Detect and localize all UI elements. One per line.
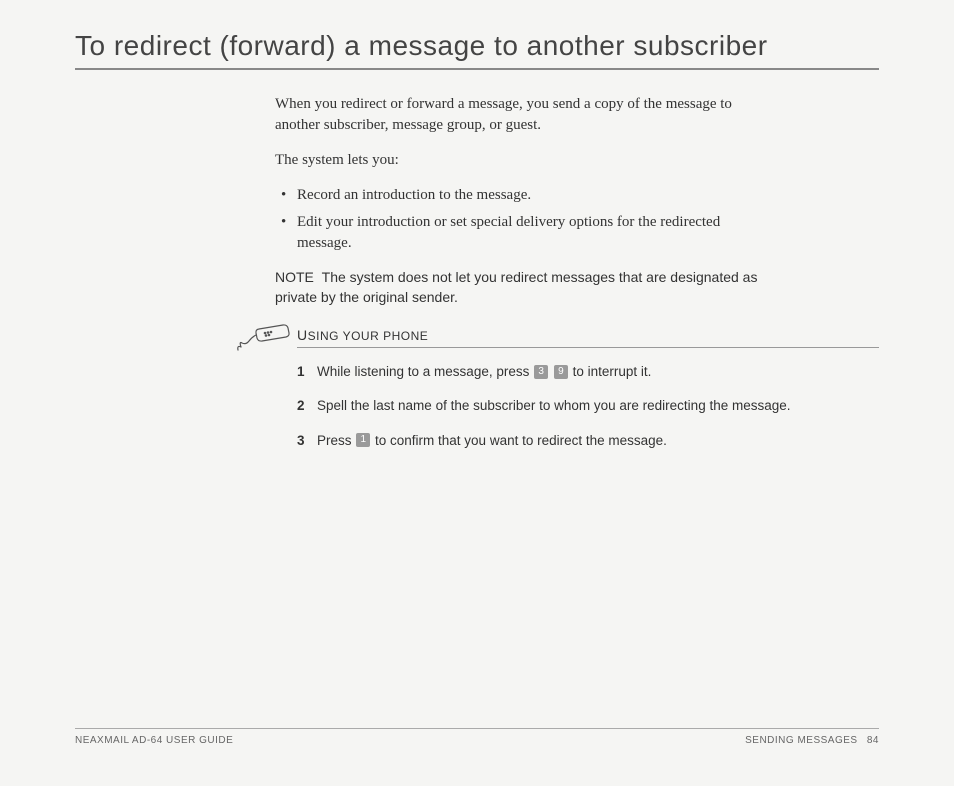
steps-list: While listening to a message, press 3 9 … <box>297 362 879 451</box>
keypad-key-icon: 3 <box>534 365 548 379</box>
heading-initial-cap: U <box>297 327 308 343</box>
using-phone-section: USING YOUR PHONE While listening to a me… <box>235 327 879 465</box>
note-text: The system does not let you redirect mes… <box>275 269 757 305</box>
step-text: to interrupt it. <box>569 364 652 379</box>
section-body: USING YOUR PHONE While listening to a me… <box>297 327 879 465</box>
footer-row: NEAXMAIL AD-64 USER GUIDE SENDING MESSAG… <box>75 735 879 746</box>
note-paragraph: NOTE The system does not let you redirec… <box>275 268 775 307</box>
section-heading: USING YOUR PHONE <box>297 327 879 348</box>
list-item: Record an introduction to the message. <box>275 185 775 206</box>
step-text: to confirm that you want to redirect the… <box>371 433 667 448</box>
footer-section-label: SENDING MESSAGES <box>745 735 857 746</box>
footer-right: SENDING MESSAGES 84 <box>739 735 879 746</box>
title-rule <box>75 68 879 70</box>
step-item: While listening to a message, press 3 9 … <box>297 362 879 382</box>
lead-paragraph: The system lets you: <box>275 150 775 171</box>
list-item: Edit your introduction or set special de… <box>275 212 775 254</box>
capability-list: Record an introduction to the message. E… <box>275 185 775 254</box>
footer-left: NEAXMAIL AD-64 USER GUIDE <box>75 735 233 746</box>
footer-rule <box>75 728 879 729</box>
heading-rest: SING YOUR PHONE <box>308 329 429 343</box>
page-number: 84 <box>867 735 879 746</box>
keypad-key-icon: 9 <box>554 365 568 379</box>
step-text: While listening to a message, press <box>317 364 533 379</box>
step-text: Press <box>317 433 355 448</box>
page-footer: NEAXMAIL AD-64 USER GUIDE SENDING MESSAG… <box>75 728 879 746</box>
step-item: Press 1 to confirm that you want to redi… <box>297 431 879 451</box>
intro-paragraph: When you redirect or forward a message, … <box>275 94 775 136</box>
phone-handset-icon <box>235 323 293 353</box>
step-item: Spell the last name of the subscriber to… <box>297 396 879 416</box>
keypad-key-icon: 1 <box>356 433 370 447</box>
page-title: To redirect (forward) a message to anoth… <box>75 30 879 62</box>
content-block: When you redirect or forward a message, … <box>275 94 775 307</box>
note-label: NOTE <box>275 269 314 285</box>
